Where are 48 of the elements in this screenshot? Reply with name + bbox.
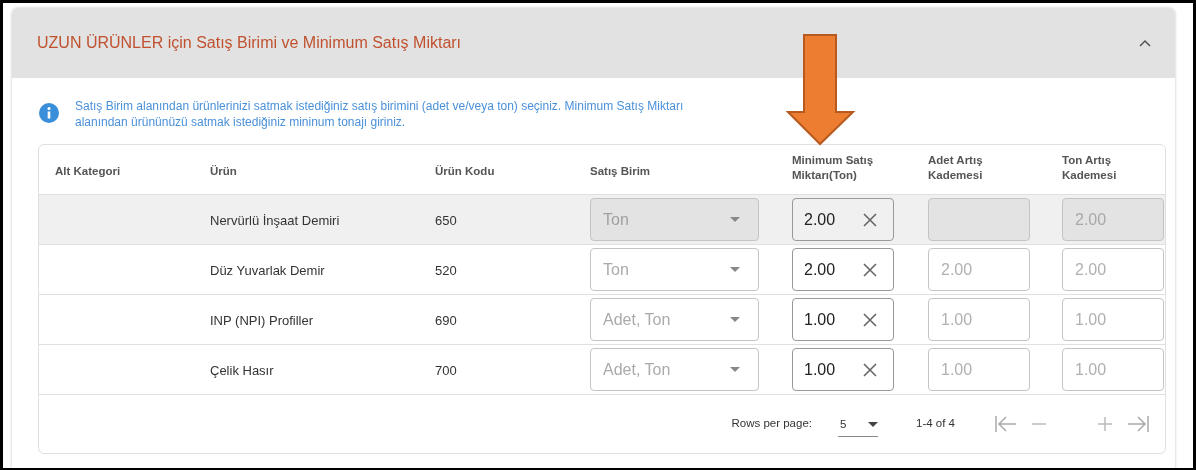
table-cell: Düz Yuvarlak Demir: [210, 262, 325, 278]
info-icon: [39, 103, 59, 123]
table-cell: INP (NPI) Profiller: [210, 312, 314, 328]
clear-icon[interactable]: [863, 212, 877, 227]
chevron-up-icon[interactable]: [1139, 39, 1151, 47]
table-cell: Nervürlü İnşaat Demiri: [210, 212, 340, 228]
clear-icon[interactable]: [863, 262, 877, 277]
input-field[interactable]: 1.00: [1062, 298, 1164, 341]
input-field[interactable]: 2.00: [1062, 248, 1164, 291]
column-header: Ton Artış Kademesi: [1062, 153, 1118, 183]
table-cell: 690: [435, 312, 457, 328]
table-cell: 520: [435, 262, 457, 278]
column-header: Adet Artış Kademesi: [928, 153, 984, 183]
table-cell: 700: [435, 362, 457, 378]
unit-select[interactable]: Ton: [590, 248, 759, 291]
table-row[interactable]: Düz Yuvarlak Demir 520 Ton 2.00 2.00 2.00: [39, 245, 1165, 295]
unit-select[interactable]: Adet, Ton: [590, 298, 759, 341]
input-field[interactable]: 2.00: [792, 248, 894, 291]
column-header: Alt Kategori: [55, 163, 121, 179]
input-field[interactable]: 2.00: [792, 198, 894, 241]
dropdown-caret-icon: [868, 422, 878, 427]
column-header: Ürün: [210, 163, 237, 179]
rows-per-page-label: Rows per page:: [731, 416, 812, 432]
clear-icon[interactable]: [863, 312, 877, 327]
input-field[interactable]: 1.00: [928, 298, 1030, 341]
input-field[interactable]: 1.00: [1062, 348, 1164, 391]
input-field[interactable]: 1.00: [928, 348, 1030, 391]
table-row[interactable]: INP (NPI) Profiller 690 Adet, Ton 1.00 1.00 1.00: [39, 295, 1165, 345]
table-cell: Çelik Hasır: [210, 362, 274, 378]
column-header: Satış Birim: [590, 163, 651, 179]
clear-icon[interactable]: [863, 362, 877, 377]
unit-select[interactable]: Adet, Ton: [590, 348, 759, 391]
panel-header[interactable]: UZUN ÜRÜNLER için Satış Birimi ve Minimum Satış Miktarı: [12, 8, 1175, 78]
table-row[interactable]: Çelik Hasır 700 Adet, Ton 1.00 1.00 1.00: [39, 345, 1165, 395]
dropdown-caret-icon: [730, 317, 740, 322]
dropdown-caret-icon: [730, 217, 740, 222]
dropdown-caret-icon: [730, 267, 740, 272]
info-text: Satış Birim alanından ürünlerinizi satmak istediğiniz satış birimini (adet ve/veya ton) seçiniz. Minimum Satış Miktarı alanından ürününüzü satmak istediğiniz mininum tonajı giriniz.: [75, 98, 685, 130]
column-header: Minimum Satış Miktarı(Ton): [792, 153, 875, 183]
dropdown-caret-icon: [730, 367, 740, 372]
column-header: Ürün Kodu: [435, 163, 495, 179]
input-field[interactable]: 1.00: [792, 348, 894, 391]
panel-title: UZUN ÜRÜNLER için Satış Birimi ve Minimum Satış Miktarı: [37, 33, 462, 53]
input-field[interactable]: 1.00: [792, 298, 894, 341]
page-range: 1-4 of 4: [916, 416, 955, 432]
input-field[interactable]: 2.00: [928, 248, 1030, 291]
table-cell: 650: [435, 212, 457, 228]
rows-per-page-select[interactable]: 5: [838, 413, 878, 437]
